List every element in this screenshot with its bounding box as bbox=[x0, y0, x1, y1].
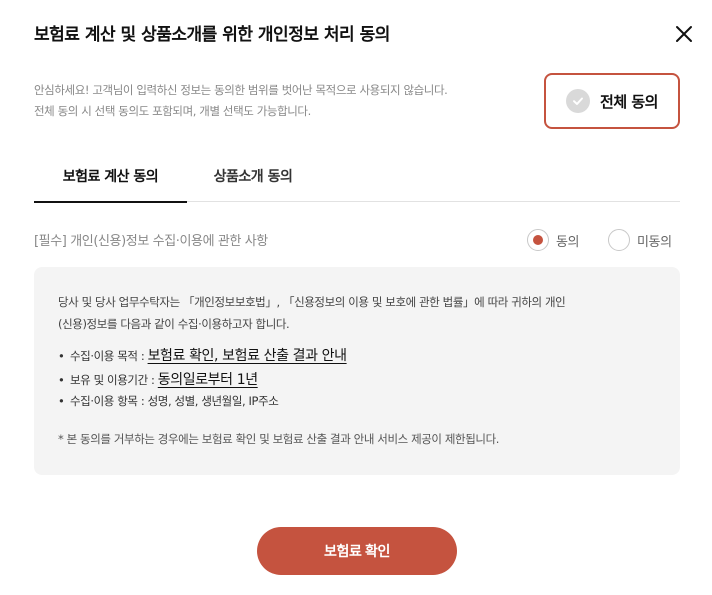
consent-note: * 본 동의를 거부하는 경우에는 보험료 확인 및 보험료 산출 결과 안내 … bbox=[58, 432, 500, 446]
item-key: 수집·이용 목적 : bbox=[70, 349, 148, 363]
consent-section-label: [필수] 개인(신용)정보 수집·이용에 관한 사항 bbox=[34, 234, 268, 249]
agree-radio[interactable] bbox=[527, 229, 549, 251]
item-value: 동의일로부터 1년 bbox=[157, 372, 258, 388]
consent-items-list: • 수집·이용 목적 : 보험료 확인, 보험료 산출 결과 안내 • 보유 및… bbox=[58, 345, 347, 417]
tab-premium-calculation-consent[interactable]: 보험료 계산 동의 bbox=[34, 150, 187, 203]
confirm-premium-button[interactable]: 보험료 확인 bbox=[257, 527, 457, 575]
agree-radio-label: 동의 bbox=[556, 234, 580, 250]
disagree-radio-label: 미동의 bbox=[637, 234, 672, 250]
bullet: • bbox=[58, 373, 65, 387]
tab-product-intro-consent[interactable]: 상품소개 동의 bbox=[194, 150, 312, 202]
close-icon bbox=[676, 26, 692, 42]
item-key: 수집·이용 항목 : bbox=[70, 394, 148, 408]
list-item-purpose: • 수집·이용 목적 : 보험료 확인, 보험료 산출 결과 안내 bbox=[58, 345, 347, 369]
check-circle-icon bbox=[566, 89, 591, 113]
bullet: • bbox=[58, 349, 65, 363]
consent-details-box: 당사 및 당사 업무수탁자는 「개인정보보호법」, 「신용정보의 이용 및 보호… bbox=[34, 267, 680, 475]
close-button[interactable] bbox=[672, 22, 696, 46]
item-key: 보유 및 이용기간 : bbox=[70, 373, 158, 387]
agree-all-label: 전체 동의 bbox=[600, 92, 658, 111]
consent-paragraph: 당사 및 당사 업무수탁자는 「개인정보보호법」, 「신용정보의 이용 및 보호… bbox=[58, 291, 658, 335]
agree-radio-option[interactable]: 동의 bbox=[527, 229, 580, 251]
item-value: 성명, 성별, 생년월일, IP주소 bbox=[147, 394, 279, 408]
intro-line-2: 전체 동의 시 선택 동의도 포함되며, 개별 선택도 가능합니다. bbox=[34, 104, 311, 118]
radio-selected-dot bbox=[533, 235, 543, 245]
list-item-retention: • 보유 및 이용기간 : 동의일로부터 1년 bbox=[58, 369, 347, 393]
item-value: 보험료 확인, 보험료 산출 결과 안내 bbox=[147, 348, 347, 364]
intro-text: 안심하세요! 고객님이 입력하신 정보는 동의한 범위를 벗어난 목적으로 사용… bbox=[34, 80, 448, 122]
agree-all-button[interactable]: 전체 동의 bbox=[544, 73, 680, 129]
intro-line-1: 안심하세요! 고객님이 입력하신 정보는 동의한 범위를 벗어난 목적으로 사용… bbox=[34, 83, 448, 97]
bullet: • bbox=[58, 394, 65, 408]
paragraph-line-1: 당사 및 당사 업무수탁자는 「개인정보보호법」, 「신용정보의 이용 및 보호… bbox=[58, 295, 566, 309]
paragraph-line-2: (신용)정보를 다음과 같이 수집·이용하고자 합니다. bbox=[58, 317, 290, 331]
list-item-fields: • 수집·이용 항목 : 성명, 성별, 생년월일, IP주소 bbox=[58, 393, 347, 417]
disagree-radio-option[interactable]: 미동의 bbox=[608, 229, 672, 251]
disagree-radio[interactable] bbox=[608, 229, 630, 251]
page-title: 보험료 계산 및 상품소개를 위한 개인정보 처리 동의 bbox=[34, 25, 390, 45]
tab-bar: 보험료 계산 동의 상품소개 동의 bbox=[34, 150, 680, 203]
